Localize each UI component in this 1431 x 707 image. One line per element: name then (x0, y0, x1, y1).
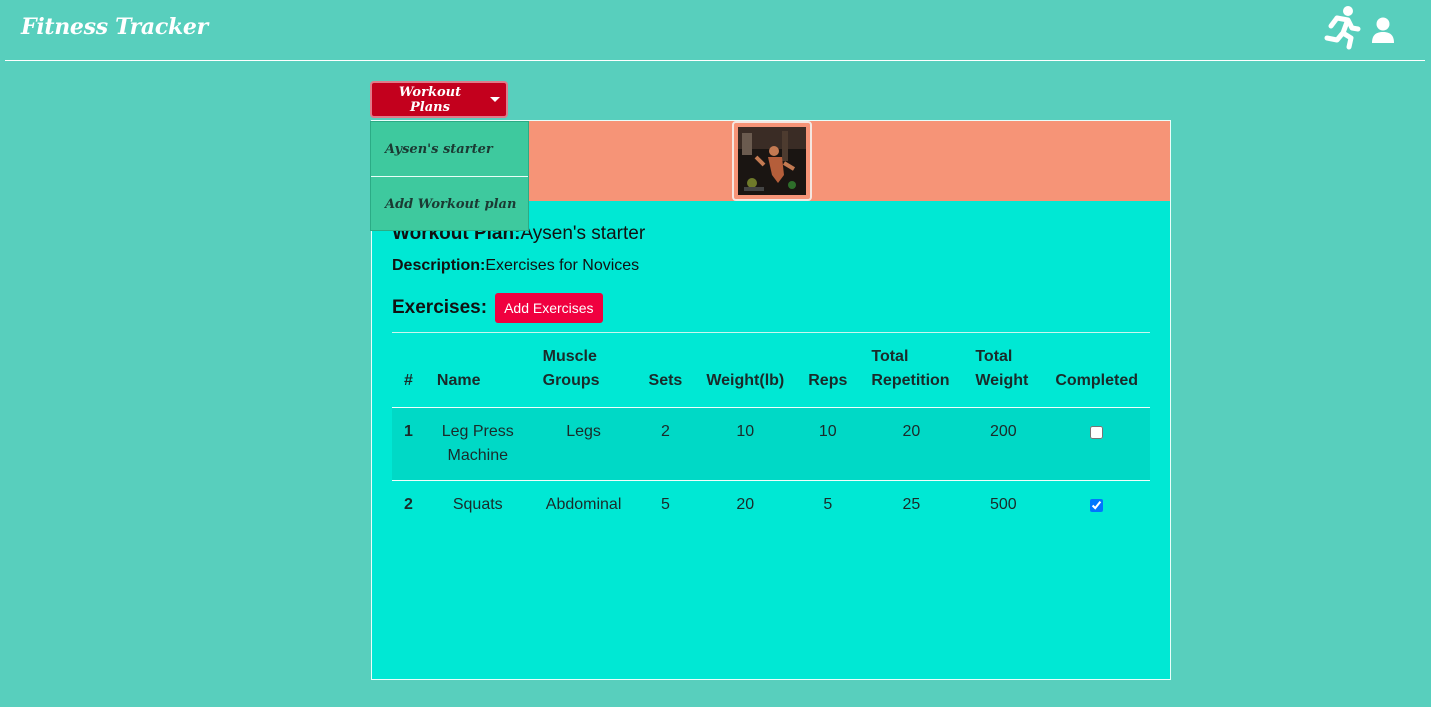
col-header-total-weight: Total Weight (975, 348, 1029, 389)
exercises-header: Exercises: Add Exercises (392, 293, 603, 323)
col-header-name: Name (436, 372, 481, 389)
col-header-sets: Sets (648, 372, 683, 389)
row-muscle-groups: Legs (566, 423, 601, 440)
workout-photo-image (738, 127, 806, 195)
row-reps: 5 (823, 496, 833, 513)
navbar-divider (5, 60, 1425, 61)
caret-down-icon (490, 97, 500, 102)
row-total-weight: 200 (989, 423, 1017, 440)
table-row: 2 Squats Abdominal 5 20 5 25 500 (392, 481, 1150, 533)
workout-plans-dropdown-menu: Aysen's starter Add Workout plan (370, 121, 529, 231)
plan-description: Description:Exercises for Novices (392, 257, 639, 275)
row-muscle-groups: Abdominal (545, 496, 622, 513)
completed-checkbox[interactable] (1090, 426, 1104, 439)
col-header-total-repetition: Total Repetition (871, 348, 950, 389)
dropdown-item-add-workout-plan[interactable]: Add Workout plan (371, 177, 528, 231)
add-exercises-button[interactable]: Add Exercises (495, 293, 603, 323)
plan-description-label: Description: (392, 257, 486, 274)
row-completed-cell (1043, 408, 1150, 481)
dropdown-label: Workout Plans (398, 84, 462, 115)
plan-title-value: Aysen's starter (520, 223, 646, 244)
navbar-icons (1321, 4, 1395, 50)
completed-checkbox[interactable] (1090, 499, 1104, 512)
row-name: Squats (452, 496, 503, 513)
col-header-completed: Completed (1055, 372, 1138, 389)
row-reps: 10 (818, 423, 837, 440)
table-row: 1 Leg Press Machine Legs 2 10 10 20 200 (392, 407, 1150, 481)
table-header-row: # Name Muscle Groups Sets Weight(lb) Rep… (392, 332, 1150, 408)
row-sets: 5 (660, 496, 670, 513)
plan-description-value: Exercises for Novices (485, 257, 640, 274)
col-header-weight: Weight(lb) (706, 372, 785, 389)
row-sets: 2 (660, 423, 670, 440)
col-header-reps: Reps (808, 372, 848, 389)
dropdown-item-aysens-starter[interactable]: Aysen's starter (371, 122, 528, 176)
col-header-num: # (404, 372, 413, 389)
row-weight: 20 (736, 496, 755, 513)
row-total-weight: 500 (989, 496, 1017, 513)
running-icon[interactable] (1321, 4, 1361, 50)
row-total-repetition: 25 (902, 496, 921, 513)
row-completed-cell (1043, 481, 1150, 533)
brand-title[interactable]: Fitness Tracker (21, 14, 208, 40)
row-name: Leg Press Machine (441, 423, 514, 464)
exercises-table: # Name Muscle Groups Sets Weight(lb) Rep… (392, 332, 1150, 532)
row-weight: 10 (736, 423, 755, 440)
exercises-label: Exercises: (392, 297, 488, 318)
row-total-repetition: 20 (902, 423, 921, 440)
col-header-muscle-groups: Muscle Groups (542, 348, 600, 389)
row-num: 1 (404, 423, 413, 440)
row-num: 2 (404, 496, 413, 513)
workout-plans-dropdown-button[interactable]: Workout Plans (370, 81, 508, 118)
plan-thumbnail[interactable] (732, 121, 812, 201)
user-icon[interactable] (1371, 16, 1395, 46)
